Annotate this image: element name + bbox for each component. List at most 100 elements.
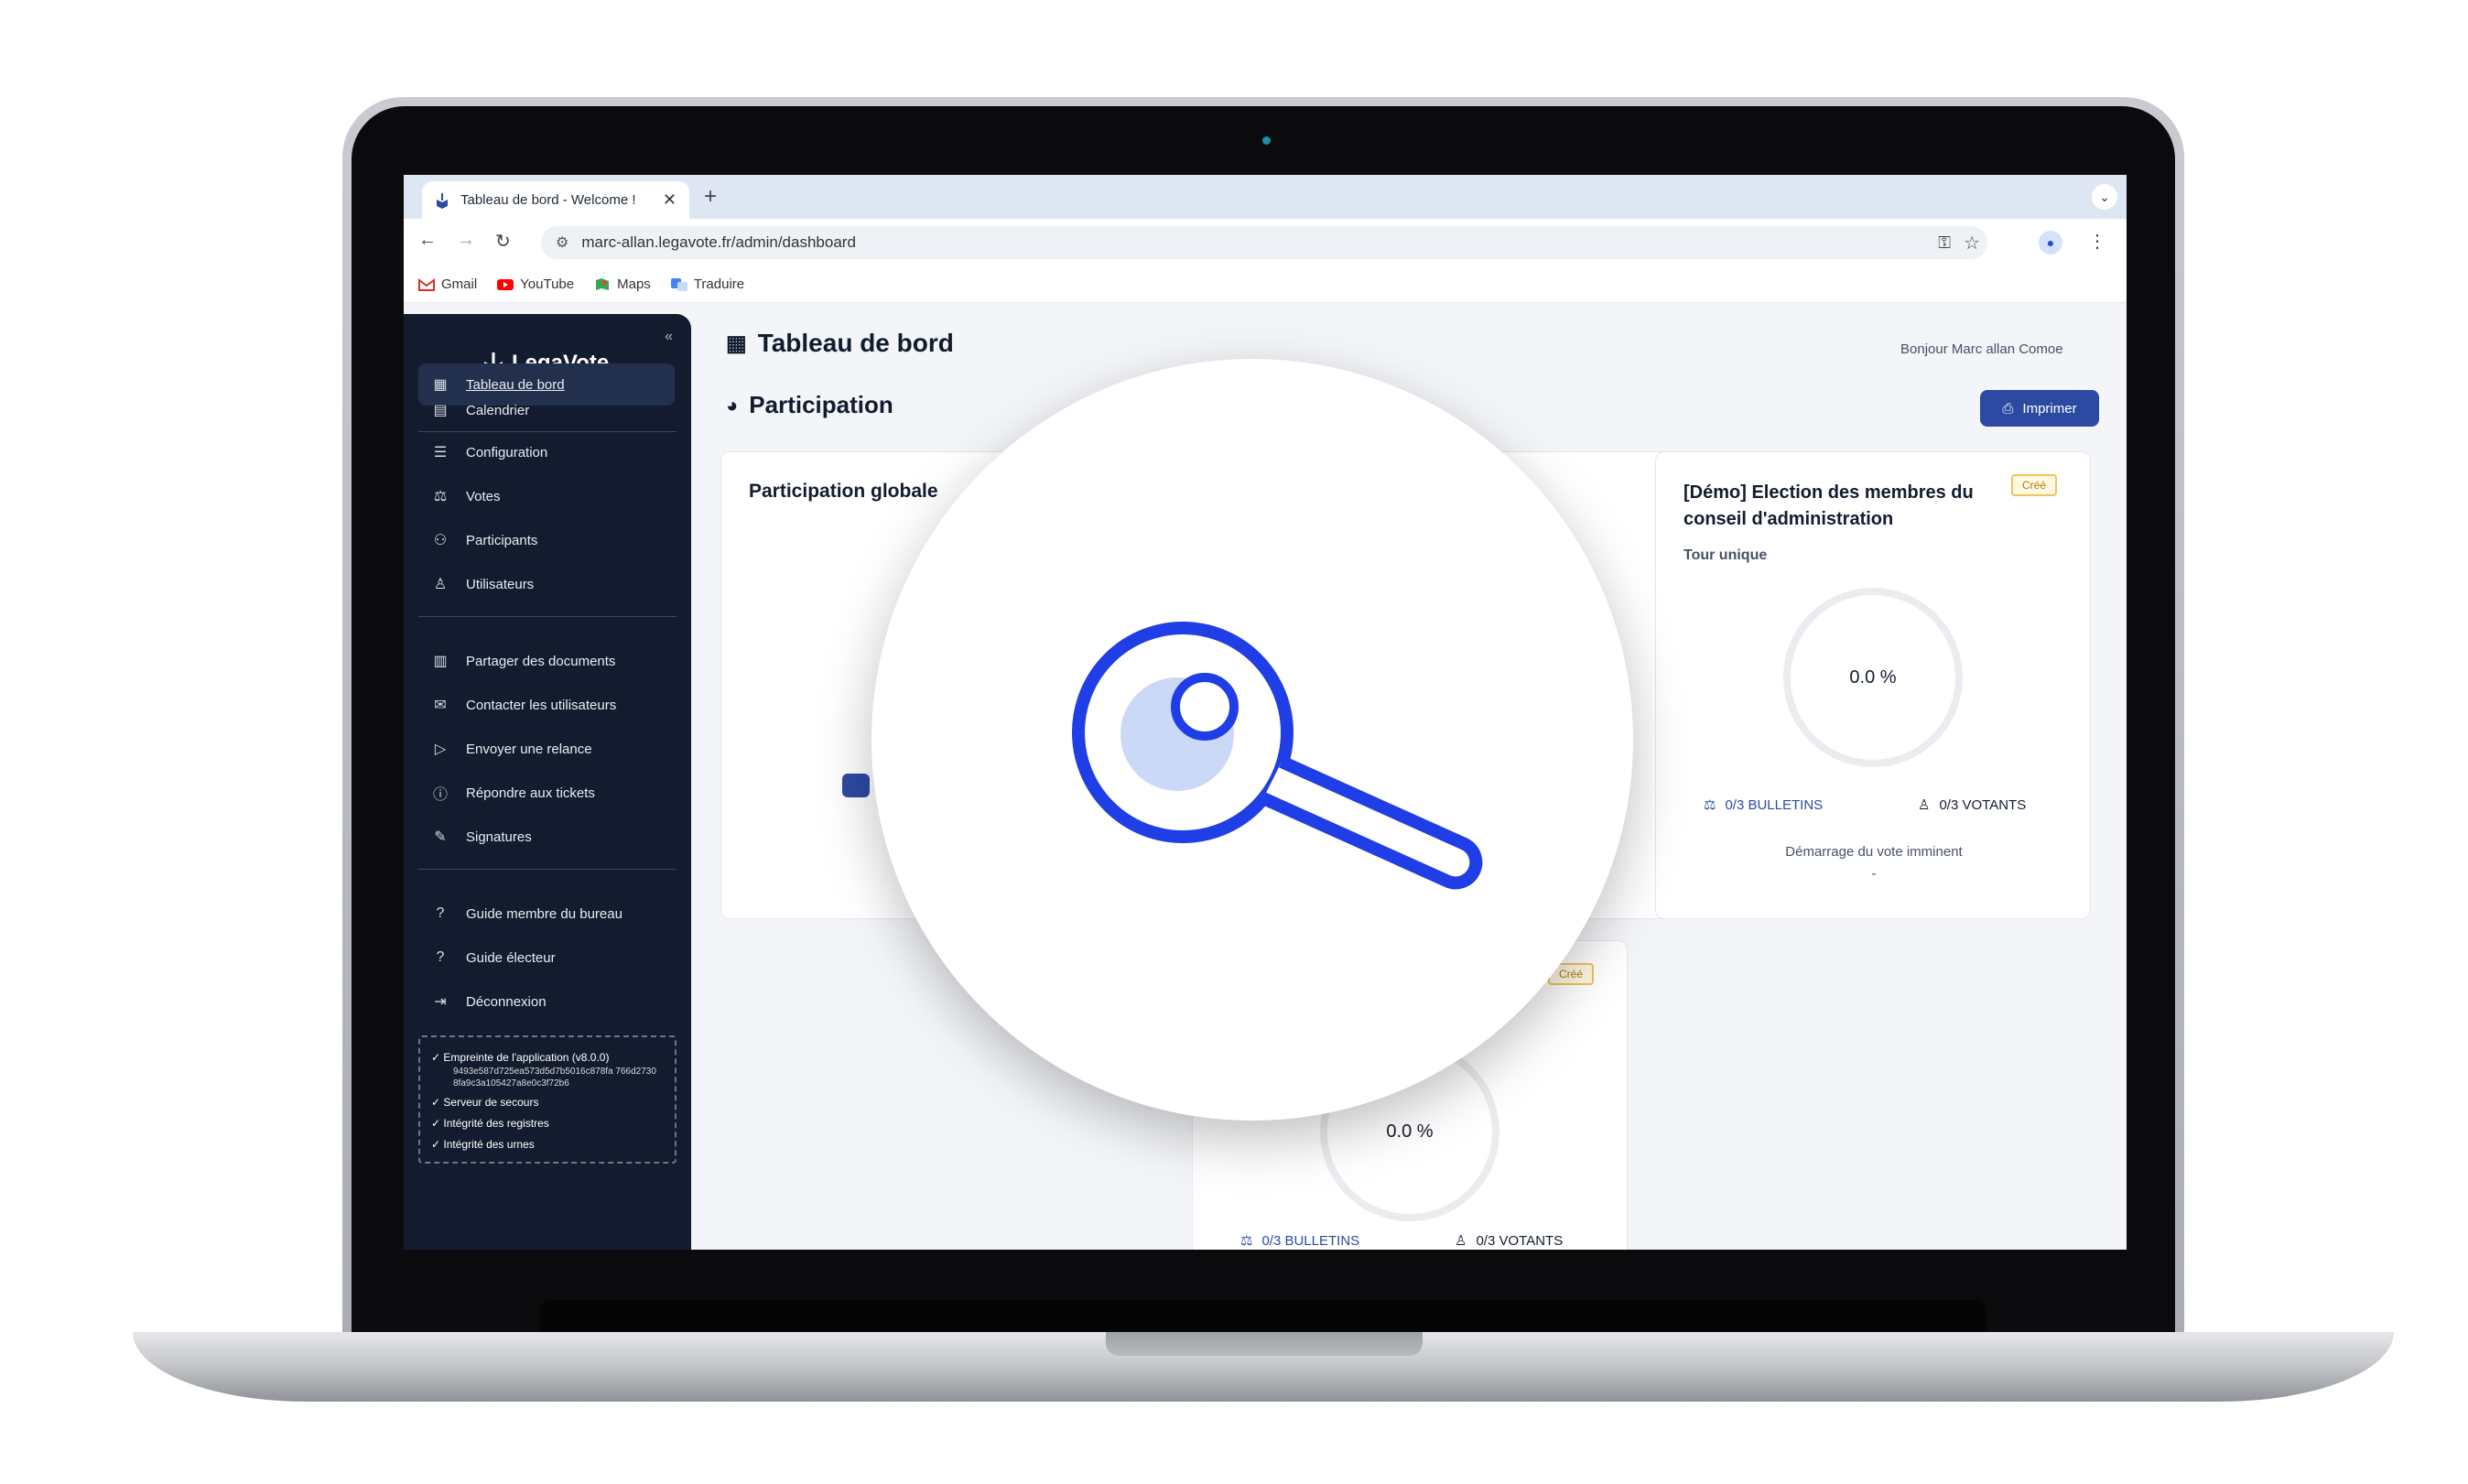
card-title: [Démo] Election des membres du conseil d… <box>1683 480 1974 533</box>
tab-search-chevron-icon[interactable]: ⌄ <box>2092 184 2117 210</box>
laptop-notch <box>1106 1332 1423 1356</box>
participation-ring: 0.0 % <box>1783 588 1963 767</box>
help-icon: ? <box>436 905 445 921</box>
bulletins-stat: ⚖ 0/3 BULLETINS <box>1704 796 1824 814</box>
sidebar-item-label: Envoyer une relance <box>466 741 592 757</box>
alert-icon: ⓘ <box>432 787 448 803</box>
registers-integrity-status: ✓ Intégrité des registres <box>431 1117 549 1130</box>
browser-tab[interactable]: Tableau de bord - Welcome ! ✕ <box>422 181 689 219</box>
sidebar-item-signatures[interactable]: ✎ Signatures <box>418 816 675 858</box>
bookmark-label: Maps <box>617 276 651 292</box>
sidebar-item-label: Contacter les utilisateurs <box>466 697 617 713</box>
bulletins-count: 0/3 BULLETINS <box>1725 796 1824 813</box>
sidebar-item-calendar[interactable]: ▤ Calendrier <box>418 389 675 431</box>
sidebar-item-label: Déconnexion <box>466 993 547 1010</box>
gmail-icon <box>418 277 435 291</box>
bulletins-count: 0/3 BULLETINS <box>1261 1232 1360 1249</box>
print-button-label: Imprimer <box>2022 400 2077 417</box>
pie-chart-icon: ◕ <box>726 393 739 417</box>
ballot-box-icon: ⚖ <box>1240 1233 1253 1249</box>
sidebar-item-label: Participants <box>466 532 538 548</box>
password-key-icon[interactable]: ⚿ <box>1938 233 1951 253</box>
person-icon: ♙ <box>1455 1233 1467 1249</box>
bookmarks-bar: Gmail YouTube Maps Traduire <box>404 266 2127 303</box>
bookmark-translate[interactable]: Traduire <box>670 276 745 292</box>
magnifying-glass-icon <box>1072 622 1483 890</box>
bookmark-youtube[interactable]: YouTube <box>497 276 574 292</box>
sidebar: « LegaVote ▦ Tableau de bord ▤ Calendrie… <box>404 314 691 1250</box>
laptop-hinge <box>540 1300 1986 1337</box>
bookmark-label: Gmail <box>441 276 478 292</box>
person-icon: ♙ <box>1918 797 1931 813</box>
sidebar-item-label: Signatures <box>466 829 532 845</box>
pen-icon: ✎ <box>434 829 447 845</box>
back-arrow-icon[interactable]: ← <box>418 230 437 251</box>
maps-icon <box>596 277 610 290</box>
url-text[interactable]: marc-allan.legavote.fr/admin/dashboard <box>581 233 856 252</box>
card-election-demo: [Démo] Election des membres du conseil d… <box>1655 451 2091 919</box>
card-title-line: conseil d'administration <box>1683 509 1894 529</box>
calendar-icon: ▤ <box>433 403 448 418</box>
sidebar-item-logout[interactable]: ⇥ Déconnexion <box>418 980 675 1023</box>
urns-integrity-status: ✓ Intégrité des urnes <box>431 1138 535 1151</box>
site-info-icon[interactable]: ⚙ <box>556 233 568 252</box>
translate-icon <box>670 277 687 291</box>
sidebar-divider <box>418 616 677 617</box>
status-badge: Créé <box>2011 474 2058 496</box>
sidebar-item-label: Votes <box>466 488 501 504</box>
sidebar-item-configuration[interactable]: ☰ Configuration <box>418 431 675 473</box>
bookmark-maps[interactable]: Maps <box>594 276 651 292</box>
url-omnibox[interactable]: ⚙ marc-allan.legavote.fr/admin/dashboard… <box>541 226 1987 259</box>
profile-avatar-icon[interactable]: ● <box>2039 231 2062 255</box>
ballot-icon: ⚖ <box>433 489 448 504</box>
send-icon: ▷ <box>434 742 447 757</box>
help-icon: ? <box>436 949 445 965</box>
votants-count: 0/3 VOTANTS <box>1939 796 2027 813</box>
sidebar-item-contact-users[interactable]: ✉ Contacter les utilisateurs <box>418 684 675 726</box>
bulletins-stat: ⚖ 0/3 BULLETINS <box>1240 1232 1360 1250</box>
browser-tab-bar: Tableau de bord - Welcome ! ✕ + ⌄ <box>404 175 2127 219</box>
bookmark-star-icon[interactable]: ☆ <box>1964 232 1980 255</box>
round-subtitle: Tour unique <box>1683 547 1768 563</box>
vote-date-placeholder: - <box>1871 866 1877 882</box>
collapse-sidebar-icon[interactable]: « <box>665 329 673 345</box>
address-bar-row: ← → ↻ ⚙ marc-allan.legavote.fr/admin/das… <box>404 219 2127 266</box>
printer-icon: ⎙ <box>2002 400 2014 417</box>
grid-icon: ▦ <box>726 330 747 356</box>
sidebar-item-guide-electeur[interactable]: ? Guide électeur <box>418 937 675 979</box>
bookmark-gmail[interactable]: Gmail <box>418 276 477 292</box>
sidebar-item-tickets[interactable]: ⓘ Répondre aux tickets <box>418 772 675 814</box>
print-button[interactable]: ⎙ Imprimer <box>1980 390 2099 427</box>
sidebar-item-send-reminder[interactable]: ▷ Envoyer une relance <box>418 728 675 770</box>
sliders-icon: ☰ <box>433 445 448 460</box>
user-greeting: Bonjour Marc allan Comoe <box>1900 341 2063 357</box>
legend-chip <box>842 774 870 797</box>
sidebar-divider <box>418 869 677 870</box>
close-tab-icon[interactable]: ✕ <box>663 190 677 210</box>
participation-percent: 0.0 % <box>1386 1121 1434 1142</box>
magnifier-overlay <box>871 359 1633 1121</box>
sidebar-item-guide-bureau[interactable]: ? Guide membre du bureau <box>418 893 675 935</box>
fingerprint-hash: 9493e587d725ea573d5d7b5016c878fa 766d273… <box>453 1067 656 1089</box>
card-title-line: [Démo] Election des membres du <box>1683 482 1974 503</box>
bookmark-label: Traduire <box>693 276 745 292</box>
sidebar-item-label: Utilisateurs <box>466 576 535 592</box>
tab-title: Tableau de bord - Welcome ! <box>460 192 636 208</box>
sidebar-item-participants[interactable]: ⚇ Participants <box>418 519 675 561</box>
sidebar-item-share-documents[interactable]: ▥ Partager des documents <box>418 640 675 682</box>
new-tab-icon[interactable]: + <box>704 184 717 210</box>
sidebar-item-votes[interactable]: ⚖ Votes <box>418 475 675 517</box>
reload-icon[interactable]: ↻ <box>495 230 511 253</box>
sidebar-item-users[interactable]: ♙ Utilisateurs <box>418 563 675 605</box>
user-icon: ♙ <box>433 577 448 592</box>
youtube-icon <box>497 278 514 290</box>
page-title: ▦ Tableau de bord <box>726 329 954 358</box>
fingerprint-label: ✓ Empreinte de l'application (v8.0.0) <box>431 1051 610 1064</box>
forward-arrow-icon[interactable]: → <box>457 230 475 251</box>
bookmark-label: YouTube <box>520 276 575 292</box>
mail-icon: ✉ <box>434 698 447 713</box>
votants-stat: ♙ 0/3 VOTANTS <box>1455 1232 1564 1250</box>
browser-menu-icon[interactable]: ⋮ <box>2088 230 2106 253</box>
logout-icon: ⇥ <box>434 994 447 1010</box>
votants-count: 0/3 VOTANTS <box>1476 1232 1564 1249</box>
